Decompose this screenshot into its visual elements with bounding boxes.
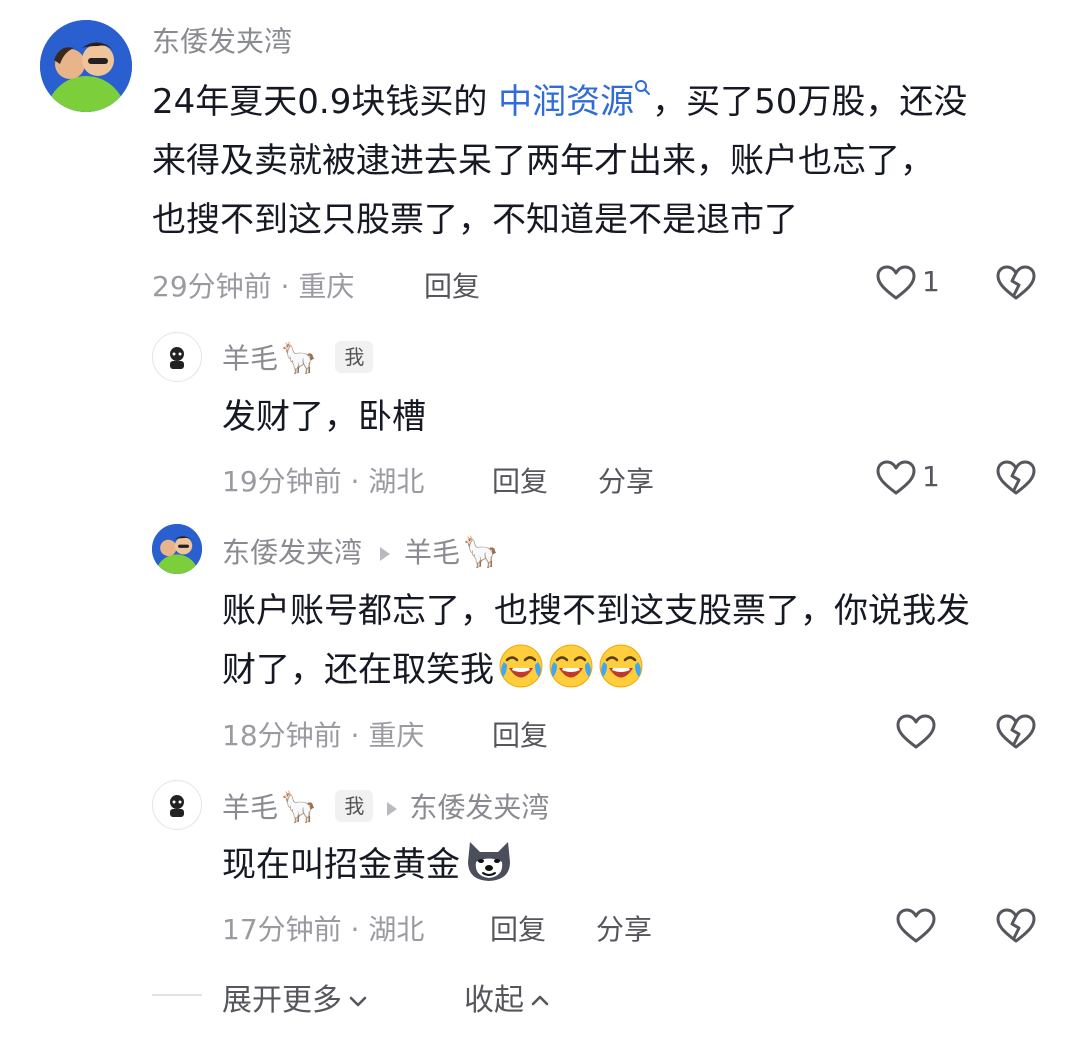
reply-text: 现在叫招金黄金 (222, 836, 514, 895)
reply-to-user[interactable]: 羊毛 (404, 536, 460, 569)
reply-avatar[interactable] (152, 332, 202, 382)
stock-search-link-label[interactable]: 中润资源 (498, 82, 634, 122)
reply-author[interactable]: 东倭发夹湾 (222, 536, 362, 569)
chevron-down-icon (349, 996, 367, 1007)
like-icon[interactable] (876, 460, 916, 496)
expand-more-label[interactable]: 展开更多 (222, 983, 342, 1018)
reply-text-line-1: 账户账号都忘了，也搜不到这支股票了，你说我发 (222, 591, 970, 631)
comment-text-line-3: 也搜不到这只股票了，不知道是不是退市了 (152, 200, 798, 240)
reply-avatar[interactable] (152, 524, 202, 574)
comment-timestamp-location: 29分钟前 · 重庆 (152, 270, 355, 303)
chevron-up-icon (531, 995, 549, 1006)
dislike-icon[interactable] (996, 714, 1036, 750)
dislike-icon[interactable] (996, 460, 1036, 496)
comment-text-suffix: ，买了50万股，还没 (652, 82, 968, 122)
reply-button[interactable]: 回复 (490, 908, 546, 948)
share-button[interactable]: 分享 (598, 460, 654, 500)
reply-author[interactable]: 羊毛 (222, 342, 278, 375)
collapse-label[interactable]: 收起 (464, 983, 524, 1018)
reply-text-line-2-content: 财了，还在取笑我 (222, 650, 494, 690)
me-badge: 我 (335, 790, 374, 822)
like-icon[interactable] (896, 714, 936, 750)
comment-author[interactable]: 东倭发夹湾 (152, 20, 292, 60)
collapse-button[interactable]: 收起 (464, 975, 552, 1019)
like-icon[interactable] (896, 908, 936, 944)
reply-text-content: 现在叫招金黄金 (222, 845, 460, 885)
commenter-avatar[interactable] (40, 20, 132, 112)
share-button[interactable]: 分享 (596, 908, 652, 948)
reply-arrow-icon (387, 802, 398, 816)
crying-laughing-emoji (498, 643, 544, 689)
reply-button[interactable]: 回复 (492, 460, 548, 500)
dog-face-emoji (464, 838, 514, 884)
dislike-icon[interactable] (996, 908, 1036, 944)
llama-emoji: 🦙 (462, 535, 500, 570)
crying-laughing-emoji (598, 643, 644, 689)
reply-button[interactable]: 回复 (492, 714, 548, 754)
comment-text-prefix: 24年夏天0.9块钱买的 (152, 82, 499, 122)
expand-more-button[interactable]: 展开更多 (222, 975, 370, 1019)
reply-button[interactable]: 回复 (424, 265, 480, 305)
reply-text: 发财了，卧槽 (222, 397, 426, 437)
crying-laughing-emoji (548, 643, 594, 689)
like-count: 1 (922, 265, 940, 298)
reply-author-row: 羊毛🦙 我 (222, 337, 374, 377)
llama-emoji: 🦙 (280, 790, 318, 825)
dislike-icon[interactable] (996, 265, 1036, 301)
divider (152, 994, 202, 996)
reply-to-user[interactable]: 东倭发夹湾 (409, 791, 549, 824)
llama-emoji: 🦙 (280, 341, 318, 376)
reply-timestamp-location: 18分钟前 · 重庆 (222, 719, 425, 752)
reply-timestamp-location: 19分钟前 · 湖北 (222, 465, 425, 498)
reply-text-line-2: 财了，还在取笑我 (222, 641, 644, 700)
reply-avatar[interactable] (152, 780, 202, 830)
comment-text-line-2: 来得及卖就被逮进去呆了两年才出来，账户也忘了， (152, 141, 934, 181)
comment-text-line-1: 24年夏天0.9块钱买的 中润资源 ，买了50万股，还没 (152, 73, 967, 132)
reply-arrow-icon (380, 547, 391, 561)
reply-author-row: 羊毛🦙 我 东倭发夹湾 (222, 786, 549, 826)
like-icon[interactable] (876, 265, 916, 301)
reply-author-row: 东倭发夹湾 羊毛🦙 (222, 531, 499, 571)
stock-search-link[interactable]: 中润资源 (498, 80, 652, 122)
like-count: 1 (922, 460, 940, 493)
reply-timestamp-location: 17分钟前 · 湖北 (222, 913, 425, 946)
me-badge: 我 (335, 341, 374, 373)
search-icon (634, 80, 652, 122)
reply-author[interactable]: 羊毛 (222, 791, 278, 824)
